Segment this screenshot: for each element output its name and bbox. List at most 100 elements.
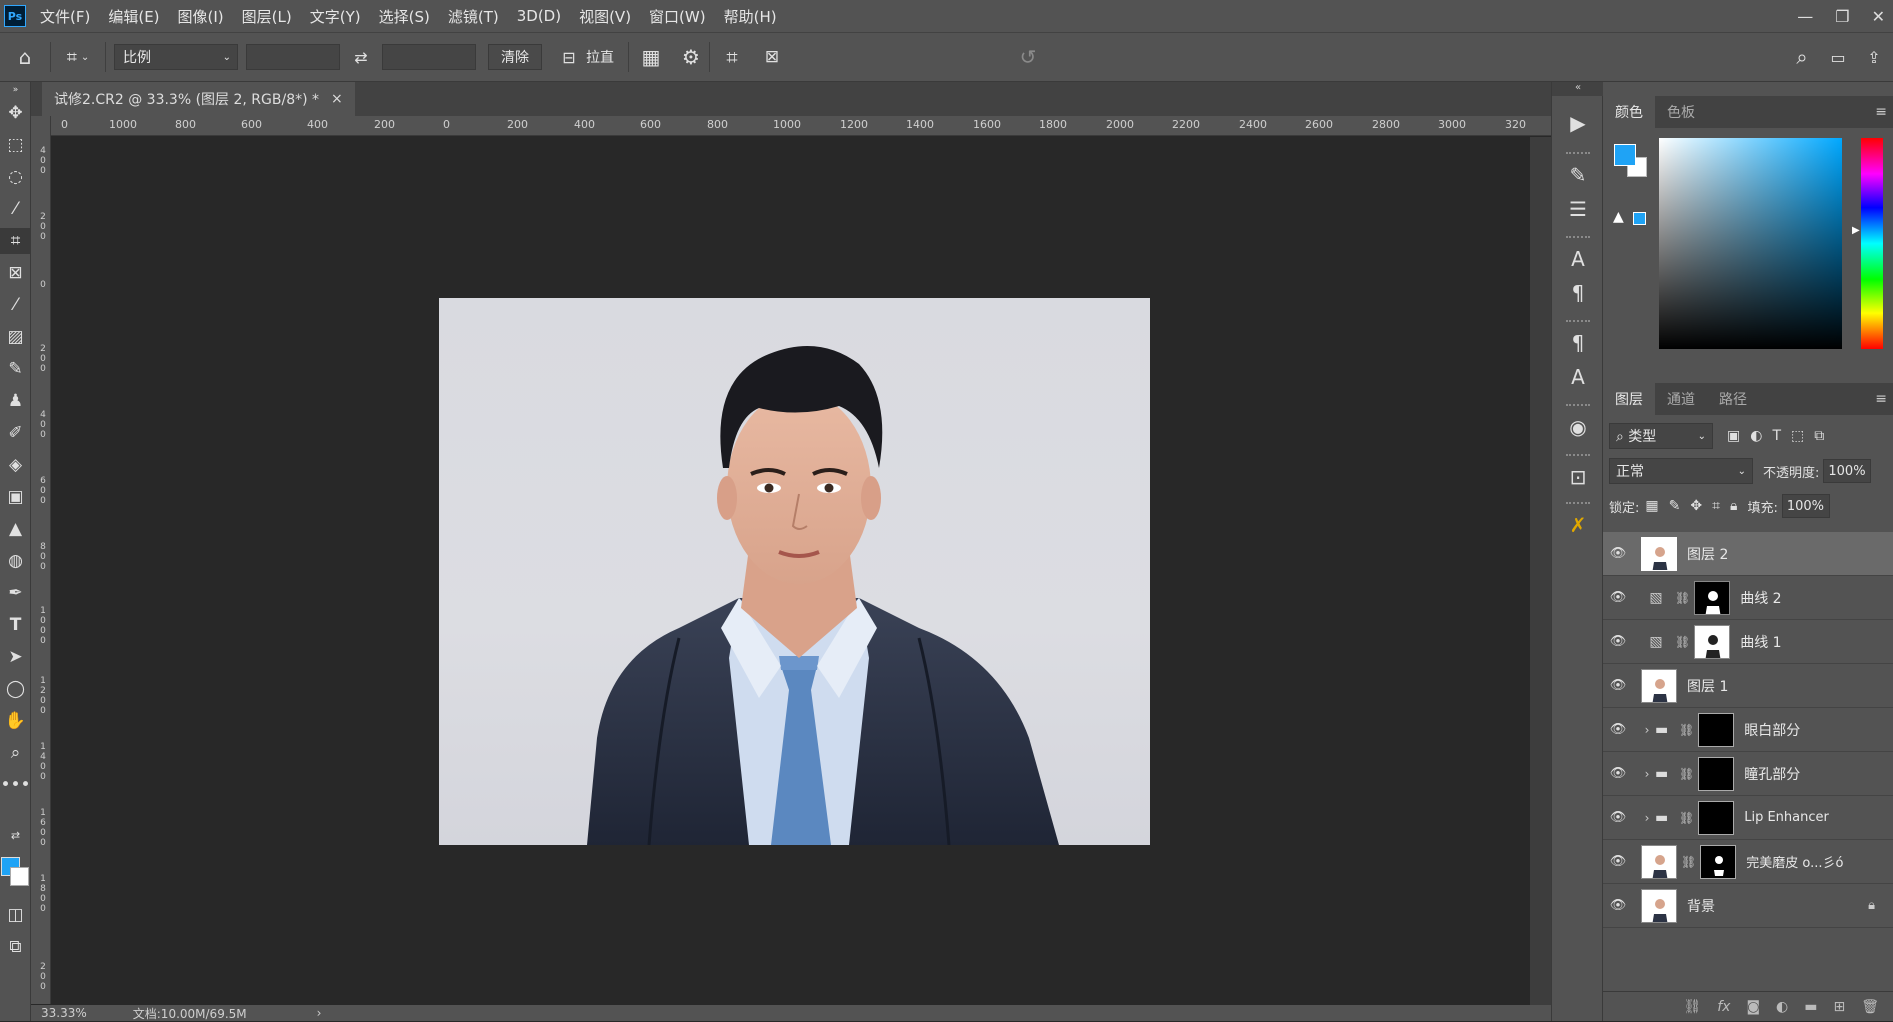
tools-plugin-icon[interactable]: ✗ bbox=[1552, 508, 1604, 542]
background-color-swatch[interactable] bbox=[10, 867, 29, 886]
menu-window[interactable]: 窗口(W) bbox=[649, 6, 706, 27]
paragraph-styles-icon[interactable]: ¶ bbox=[1552, 326, 1604, 360]
hand-tool-icon[interactable]: ✋ bbox=[0, 708, 31, 734]
visibility-eye-icon[interactable]: 👁︎ bbox=[1603, 766, 1633, 781]
minimize-icon[interactable]: — bbox=[1797, 7, 1813, 26]
visibility-eye-icon[interactable]: 👁︎ bbox=[1603, 546, 1633, 561]
filter-pixel-icon[interactable]: ▣ bbox=[1727, 428, 1740, 444]
history-brush-tool-icon[interactable]: ✐ bbox=[0, 420, 31, 446]
layer-name[interactable]: 图层 2 bbox=[1687, 544, 1728, 564]
dock-grip[interactable] bbox=[1566, 236, 1590, 238]
filter-shape-icon[interactable]: ⬚ bbox=[1791, 428, 1804, 444]
search-icon[interactable]: ⌕ bbox=[1785, 45, 1819, 69]
eraser-tool-icon[interactable]: ◈ bbox=[0, 452, 31, 478]
ratio-select[interactable]: 比例 ⌄ bbox=[114, 44, 238, 70]
hue-slider-marker[interactable]: ▶ bbox=[1852, 225, 1860, 236]
paragraph-panel-icon[interactable]: ¶ bbox=[1552, 276, 1604, 310]
document-tab[interactable]: 试修2.CR2 @ 33.3% (图层 2, RGB/8*) * × bbox=[42, 82, 355, 116]
portrait-plugin-icon[interactable]: ⊡ bbox=[1552, 460, 1604, 494]
layer-row[interactable]: 👁︎ › ▬ ⛓︎ 眼白部分 bbox=[1603, 708, 1893, 752]
character-styles-icon[interactable]: A bbox=[1552, 360, 1604, 394]
hue-slider[interactable] bbox=[1861, 138, 1883, 349]
layer-name[interactable]: Lip Enhancer bbox=[1744, 810, 1829, 825]
menu-filter[interactable]: 滤镜(T) bbox=[448, 6, 499, 27]
layer-name[interactable]: 瞳孔部分 bbox=[1744, 764, 1800, 784]
vertical-scrollbar[interactable] bbox=[1530, 137, 1551, 1005]
ratio-height-input[interactable] bbox=[382, 44, 476, 70]
lasso-tool-icon[interactable]: ◌ bbox=[0, 164, 31, 190]
more-tools-icon[interactable]: ••• bbox=[0, 772, 31, 798]
tab-channels[interactable]: 通道 bbox=[1655, 383, 1707, 415]
eyedropper-tool-icon[interactable]: ⁄ bbox=[0, 292, 31, 318]
crop-tool-icon[interactable]: ⌗ bbox=[0, 228, 31, 254]
ratio-width-input[interactable] bbox=[246, 44, 340, 70]
adjustments-sliders-icon[interactable]: ☰ bbox=[1552, 192, 1604, 226]
actions-play-icon[interactable]: ▶ bbox=[1552, 106, 1604, 140]
foreground-color-chip[interactable] bbox=[1614, 144, 1636, 166]
color-swatches[interactable] bbox=[1, 857, 31, 893]
reset-icon[interactable]: ↺ bbox=[1008, 45, 1048, 69]
visibility-eye-icon[interactable]: 👁︎ bbox=[1603, 634, 1633, 649]
web-safe-color-chip[interactable] bbox=[1633, 212, 1646, 225]
overlay-grid-icon[interactable]: ▦ bbox=[629, 45, 673, 69]
blend-mode-select[interactable]: 正常 ⌄ bbox=[1609, 458, 1753, 484]
layer-row[interactable]: 👁︎ 图层 1 bbox=[1603, 664, 1893, 708]
layer-style-fx-icon[interactable]: fx bbox=[1717, 999, 1730, 1015]
layer-row[interactable]: 👁︎ ▧ ⛓︎ 曲线 2 bbox=[1603, 576, 1893, 620]
ellipse-tool-icon[interactable]: ◯ bbox=[0, 676, 31, 702]
layer-name[interactable]: 背景 bbox=[1687, 896, 1715, 916]
document-image[interactable] bbox=[439, 298, 1150, 845]
lock-position-icon[interactable]: ✥ bbox=[1690, 498, 1702, 514]
camera-icon[interactable]: ◉ bbox=[1552, 410, 1604, 444]
menu-3d[interactable]: 3D(D) bbox=[517, 7, 561, 25]
close-window-icon[interactable]: ✕ bbox=[1872, 7, 1885, 26]
layer-name[interactable]: 图层 1 bbox=[1687, 676, 1728, 696]
zoom-tool-icon[interactable]: ⌕ bbox=[0, 740, 31, 766]
lock-artboard-icon[interactable]: ⌗ bbox=[1712, 498, 1720, 514]
visibility-eye-icon[interactable]: 👁︎ bbox=[1603, 722, 1633, 737]
link-icon[interactable]: ⛓︎ bbox=[1679, 811, 1694, 825]
lock-transparent-icon[interactable]: ▦ bbox=[1645, 498, 1658, 514]
menu-file[interactable]: 文件(F) bbox=[40, 6, 90, 27]
tab-layers[interactable]: 图层 bbox=[1603, 383, 1655, 415]
menu-help[interactable]: 帮助(H) bbox=[724, 6, 777, 27]
swap-icon[interactable]: ⇄ bbox=[340, 48, 382, 67]
tab-paths[interactable]: 路径 bbox=[1707, 383, 1759, 415]
filter-adjustment-icon[interactable]: ◐ bbox=[1750, 428, 1762, 444]
chevron-right-icon[interactable]: › bbox=[1639, 723, 1655, 737]
clear-button[interactable]: 清除 bbox=[488, 44, 542, 70]
move-tool-icon[interactable]: ✥ bbox=[0, 100, 31, 126]
filter-type-icon[interactable]: T bbox=[1772, 428, 1781, 444]
dock-grip[interactable] bbox=[1566, 320, 1590, 322]
lock-image-icon[interactable]: ✎ bbox=[1669, 498, 1681, 514]
visibility-eye-icon[interactable]: 👁︎ bbox=[1603, 810, 1633, 825]
collapse-panels-icon[interactable]: « bbox=[1552, 82, 1604, 96]
restore-icon[interactable]: ❐ bbox=[1835, 7, 1849, 26]
fill-input[interactable]: 100% bbox=[1781, 494, 1830, 518]
type-tool-icon[interactable]: T bbox=[0, 612, 31, 638]
layer-row[interactable]: 👁︎ ⛓︎ 完美磨皮 o...彡ó bbox=[1603, 840, 1893, 884]
dock-grip[interactable] bbox=[1566, 152, 1590, 154]
visibility-eye-icon[interactable]: 👁︎ bbox=[1603, 590, 1633, 605]
layer-row[interactable]: 👁︎ ▧ ⛓︎ 曲线 1 bbox=[1603, 620, 1893, 664]
layer-row[interactable]: 👁︎ 背景 🔒︎ bbox=[1603, 884, 1893, 928]
menu-select[interactable]: 选择(S) bbox=[379, 6, 430, 27]
gear-icon[interactable]: ⚙ bbox=[673, 45, 709, 69]
tab-swatches[interactable]: 色板 bbox=[1655, 96, 1707, 128]
layer-filter-select[interactable]: ⌕ 类型 ⌄ bbox=[1609, 423, 1713, 449]
gradient-tool-icon[interactable]: ▣ bbox=[0, 484, 31, 510]
frame-tool-icon[interactable]: ⊠ bbox=[0, 260, 31, 286]
visibility-eye-icon[interactable]: 👁︎ bbox=[1603, 854, 1633, 869]
quick-mask-icon[interactable]: ◫ bbox=[0, 902, 31, 928]
trash-icon[interactable]: 🗑︎ bbox=[1861, 999, 1879, 1015]
close-tab-icon[interactable]: × bbox=[331, 91, 343, 107]
layer-name[interactable]: 曲线 2 bbox=[1740, 588, 1781, 608]
link-icon[interactable]: ⛓︎ bbox=[1675, 635, 1690, 649]
crop-tool-preset-icon[interactable]: ⌗ ⌄ bbox=[51, 47, 105, 68]
link-icon[interactable]: ⛓︎ bbox=[1681, 855, 1696, 869]
content-aware-icon[interactable]: ⊠ bbox=[754, 47, 790, 67]
menu-type[interactable]: 文字(Y) bbox=[310, 6, 361, 27]
chevron-right-icon[interactable]: › bbox=[317, 1006, 322, 1020]
color-picker-field[interactable] bbox=[1659, 138, 1842, 349]
healing-brush-tool-icon[interactable]: ▨ bbox=[0, 324, 31, 350]
